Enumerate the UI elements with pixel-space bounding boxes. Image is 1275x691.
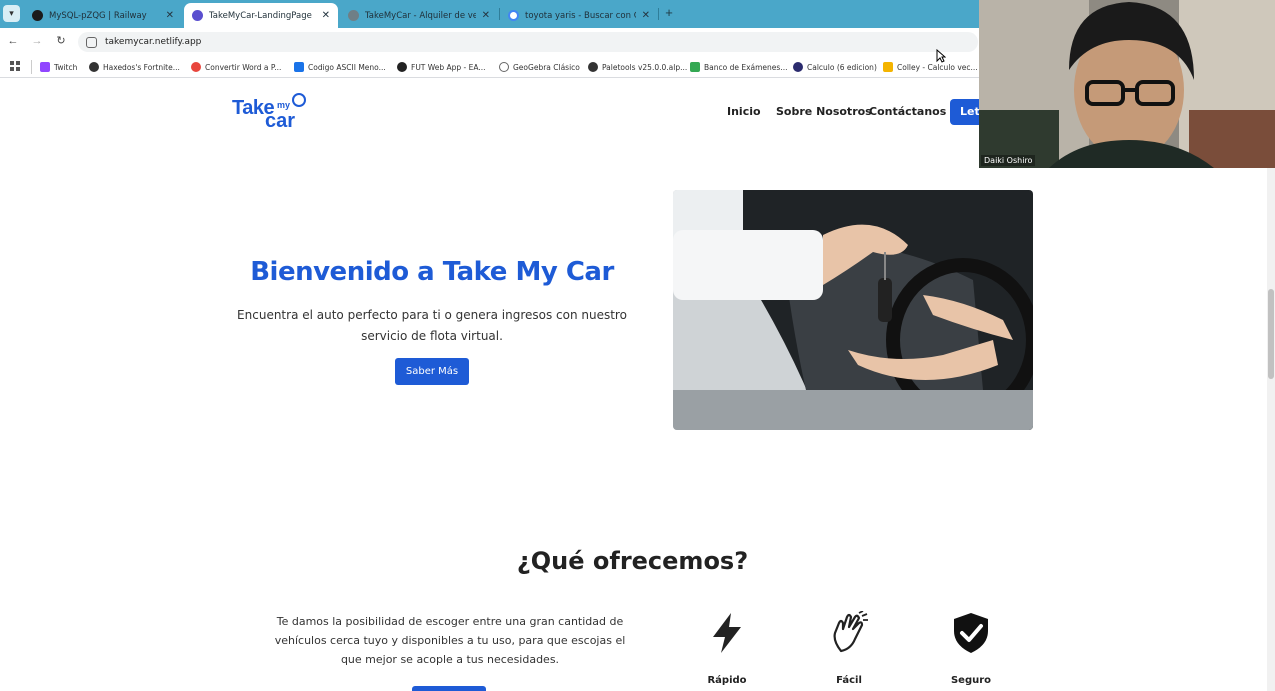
globe-icon (348, 10, 359, 21)
feature-label: Seguro (950, 675, 992, 686)
bookmark-item[interactable]: Codigo ASCII Meno... (294, 60, 386, 74)
paletools-icon (588, 62, 598, 72)
hero-subtitle: Encuentra el auto perfecto para ti o gen… (237, 308, 627, 343)
bookmark-label: Calculo (6 edicion) (807, 62, 877, 72)
tab-title: TakeMyCar-LandingPage (209, 10, 312, 21)
tab-title: toyota yaris - Buscar con Goog (525, 10, 636, 21)
drive-icon (690, 62, 700, 72)
feature-label: Rápido (707, 675, 747, 686)
tab-title: TakeMyCar - Alquiler de vehícu (365, 10, 476, 21)
car-keys-handover-illustration (673, 190, 1033, 430)
apps-grid-icon[interactable] (10, 61, 20, 71)
logo-my: my (277, 100, 291, 110)
bookmark-label: FUT Web App - EA... (411, 62, 486, 72)
railway-icon (32, 10, 43, 21)
page-viewport: Take my car Inicio Sobre Nosotros Contác… (0, 79, 1275, 691)
close-tab-icon[interactable]: ✕ (166, 10, 174, 21)
tab-railway[interactable]: MySQL-pZQG | Railway ✕ (24, 3, 182, 28)
participant-name: Daiki Oshiro (981, 155, 1036, 166)
book-icon (793, 62, 803, 72)
bookmark-item[interactable]: Colley - Calculo vec... (883, 60, 978, 74)
bookmark-item[interactable]: Banco de Exámenes... (690, 60, 787, 74)
address-url[interactable]: takemycar.netlify.app (105, 37, 201, 47)
bookmark-item[interactable]: Calculo (6 edicion) (793, 60, 877, 74)
feature-rapido: Rápido (682, 611, 772, 691)
webcam-video (979, 0, 1275, 168)
webcam-overlay: Daiki Oshiro (979, 0, 1275, 168)
bookmark-separator (31, 60, 32, 74)
tab-separator (658, 8, 659, 20)
bookmark-label: Banco de Exámenes... (704, 62, 788, 72)
saber-mas-button[interactable]: Saber Más (395, 358, 469, 385)
twitch-icon (40, 62, 50, 72)
bookmark-item[interactable]: Paletools v25.0.0.alp... (588, 60, 687, 74)
car-badge-icon (292, 93, 306, 107)
address-bar[interactable]: takemycar.netlify.app (78, 32, 978, 52)
feature-seguro: Seguro (926, 611, 1016, 691)
lightning-icon (713, 613, 741, 653)
bookmark-label: Paletools v25.0.0.alp... (602, 62, 688, 72)
netlify-icon (192, 10, 203, 21)
ea-icon (397, 62, 407, 72)
nav-inicio[interactable]: Inicio (727, 105, 761, 118)
document-icon (883, 62, 893, 72)
offer-button[interactable] (412, 686, 486, 691)
bookmark-item[interactable]: GeoGebra Clásico (499, 60, 580, 74)
close-tab-icon[interactable]: ✕ (482, 10, 490, 21)
site-info-icon[interactable] (86, 36, 97, 48)
bookmark-label: Colley - Calculo vec... (897, 62, 978, 72)
bookmark-label: Convertir Word a P... (205, 62, 282, 72)
bookmark-label: Codigo ASCII Meno... (308, 62, 386, 72)
bookmark-item[interactable]: Convertir Word a P... (191, 60, 281, 74)
close-tab-icon[interactable]: ✕ (322, 10, 330, 21)
mouse-cursor-icon (936, 49, 946, 63)
tab-takemycar-landing[interactable]: TakeMyCar-LandingPage ✕ (184, 3, 338, 28)
hero-title: Bienvenido a Take My Car (250, 257, 614, 287)
shield-check-icon (954, 613, 988, 653)
hero-image (673, 190, 1033, 430)
page-scrollbar[interactable] (1267, 79, 1275, 691)
fortnite-icon (89, 62, 99, 72)
ascii-icon (294, 62, 304, 72)
tab-title: MySQL-pZQG | Railway (49, 10, 147, 21)
logo-car: car (265, 110, 296, 132)
hand-wave-icon (833, 611, 868, 653)
nav-contactanos[interactable]: Contáctanos (869, 105, 946, 118)
tab-google-search[interactable]: toyota yaris - Buscar con Goog ✕ (500, 3, 658, 28)
nav-sobre-nosotros[interactable]: Sobre Nosotros (776, 105, 872, 118)
bookmark-label: Haxedos's Fortnite... (103, 62, 180, 72)
scrollbar-thumb[interactable] (1268, 289, 1274, 379)
offer-description: Te damos la posibilidad de escoger entre… (274, 615, 626, 666)
close-tab-icon[interactable]: ✕ (642, 10, 650, 21)
heart-icon (191, 62, 201, 72)
google-icon (508, 10, 519, 21)
tab-search-button[interactable]: ▾ (3, 5, 20, 22)
bookmark-item[interactable]: Haxedos's Fortnite... (89, 60, 180, 74)
reload-icon[interactable]: ↻ (54, 34, 68, 48)
bookmark-item[interactable]: Twitch (40, 60, 77, 74)
bookmark-item[interactable]: FUT Web App - EA... (397, 60, 486, 74)
tab-takemycar-alquiler[interactable]: TakeMyCar - Alquiler de vehícu ✕ (340, 3, 498, 28)
bookmark-label: Twitch (54, 62, 78, 72)
new-tab-button[interactable]: + (662, 5, 676, 21)
offer-section-title: ¿Qué ofrecemos? (516, 547, 749, 575)
bookmark-label: GeoGebra Clásico (513, 62, 580, 72)
feature-facil: Fácil (804, 611, 894, 691)
geogebra-icon (499, 62, 509, 72)
takemycar-logo[interactable]: Take my car (232, 93, 312, 132)
back-icon[interactable]: ← (6, 34, 20, 48)
forward-icon[interactable]: → (30, 34, 44, 48)
feature-label: Fácil (836, 675, 862, 686)
